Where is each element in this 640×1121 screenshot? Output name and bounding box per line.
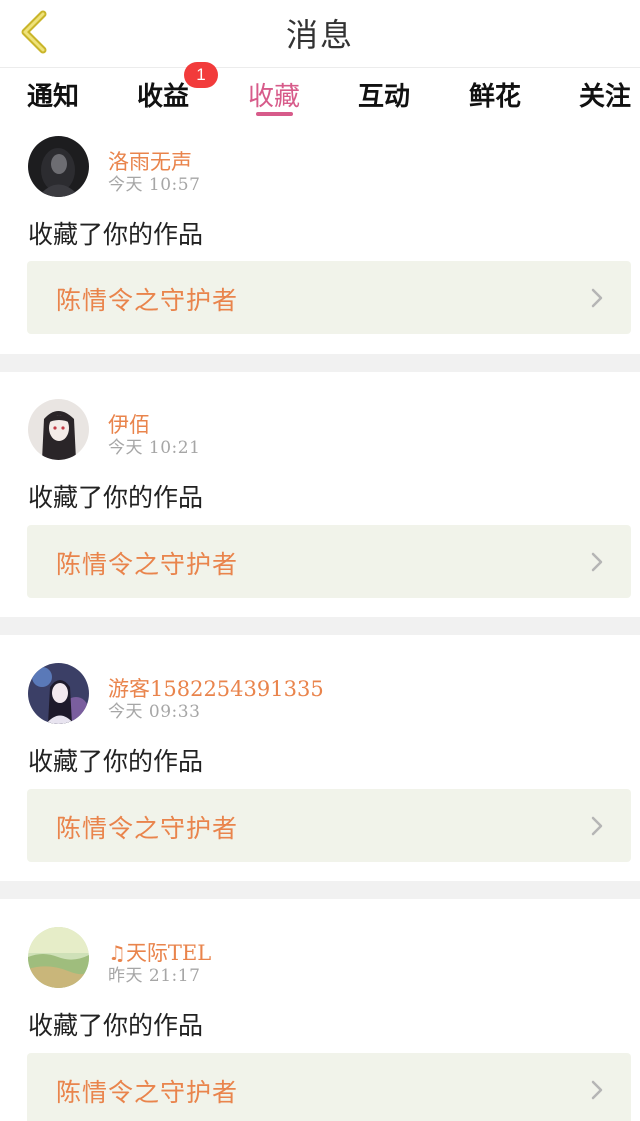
- divider: [0, 881, 640, 899]
- tab-favorites[interactable]: 收藏: [248, 76, 300, 113]
- work-link[interactable]: 陈情令之守护者: [27, 789, 631, 862]
- tab-bar: 通知 收益 收藏 互动 鲜花 关注: [0, 68, 640, 120]
- divider: [0, 354, 640, 372]
- page-title: 消息: [285, 16, 354, 54]
- avatar[interactable]: [28, 136, 89, 197]
- tab-notifications[interactable]: 通知: [27, 76, 79, 113]
- work-title: 陈情令之守护者: [56, 550, 239, 579]
- tab-interactions[interactable]: 互动: [358, 76, 410, 113]
- divider: [0, 617, 640, 635]
- earnings-badge: 1: [184, 62, 218, 88]
- tab-earnings[interactable]: 收益: [137, 76, 189, 113]
- message-text: 收藏了你的作品: [28, 747, 204, 776]
- work-link[interactable]: 陈情令之守护者: [27, 1053, 631, 1121]
- active-tab-indicator: [256, 112, 293, 116]
- chevron-right-icon: [591, 288, 603, 308]
- tab-follows[interactable]: 关注: [579, 76, 631, 113]
- message-card: 游客1582254391335 今天 09:33 收藏了你的作品 陈情令之守护者: [0, 635, 640, 881]
- timestamp: 昨天 21:17: [108, 966, 201, 986]
- chevron-right-icon: [591, 816, 603, 836]
- message-text: 收藏了你的作品: [28, 220, 204, 249]
- chevron-right-icon: [591, 1080, 603, 1100]
- message-card: ♫天际TEL 昨天 21:17 收藏了你的作品 陈情令之守护者: [0, 899, 640, 1121]
- avatar[interactable]: [28, 663, 89, 724]
- message-text: 收藏了你的作品: [28, 483, 204, 512]
- avatar[interactable]: [28, 927, 89, 988]
- work-link[interactable]: 陈情令之守护者: [27, 261, 631, 334]
- message-card: 伊佰 今天 10:21 收藏了你的作品 陈情令之守护者: [0, 372, 640, 617]
- work-link[interactable]: 陈情令之守护者: [27, 525, 631, 598]
- message-text: 收藏了你的作品: [28, 1011, 204, 1040]
- chevron-right-icon: [591, 552, 603, 572]
- message-card: 洛雨无声 今天 10:57 收藏了你的作品 陈情令之守护者: [0, 121, 640, 354]
- timestamp: 今天 10:21: [108, 438, 201, 458]
- work-title: 陈情令之守护者: [56, 1078, 239, 1107]
- top-bar: 消息: [0, 0, 640, 68]
- work-title: 陈情令之守护者: [56, 286, 239, 315]
- work-title: 陈情令之守护者: [56, 814, 239, 843]
- timestamp: 今天 09:33: [108, 702, 201, 722]
- tab-flowers[interactable]: 鲜花: [469, 76, 521, 113]
- avatar[interactable]: [28, 399, 89, 460]
- timestamp: 今天 10:57: [108, 175, 201, 195]
